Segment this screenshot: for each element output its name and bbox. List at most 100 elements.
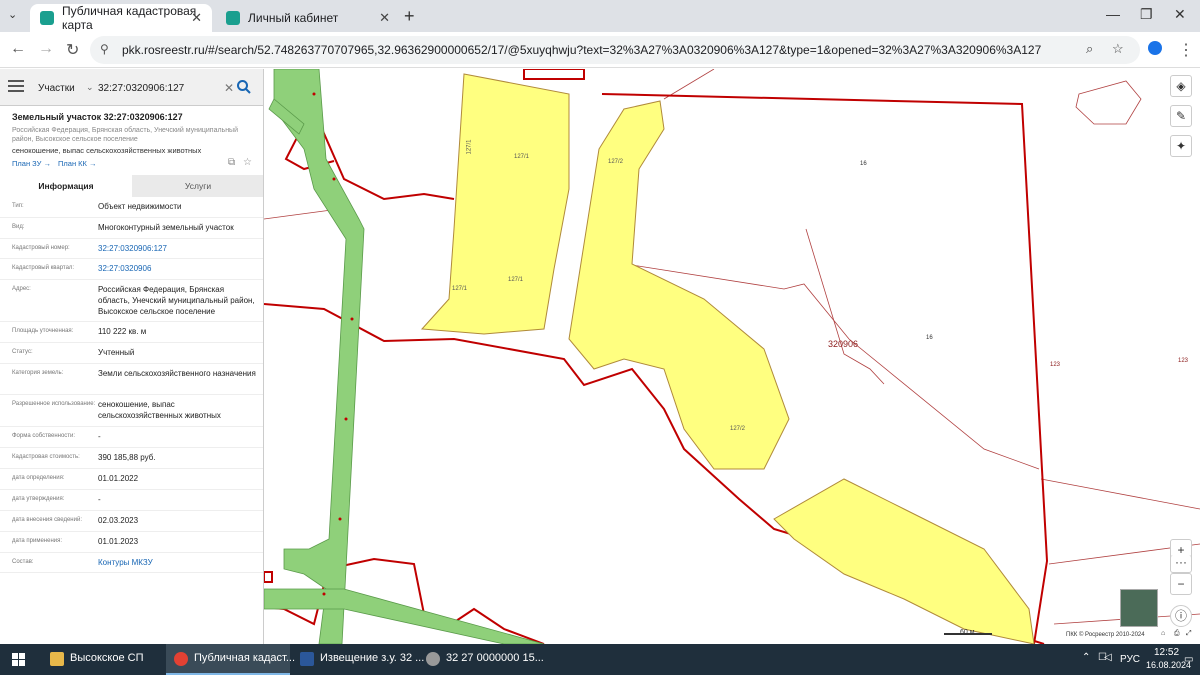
info-icon[interactable]: ⓘ [1170,605,1192,627]
taskbar-item[interactable]: Высокское СП [70,652,144,664]
browser-toolbar: ← → ↻ ⚲ pkk.rosreestr.ru/#/search/52.748… [0,32,1200,68]
menu-kebab-icon[interactable]: ⋮ [1178,40,1194,60]
maximize-button[interactable]: ❐ [1140,6,1153,23]
zoom-icon[interactable]: ⌕ [1086,41,1093,57]
attribute-row: дата применения: 01.01.2023 [0,532,263,553]
locate-icon[interactable]: ✦ [1170,135,1192,157]
zoom-out-button[interactable]: − [1170,573,1192,595]
rosreestr-favicon-icon [40,11,54,25]
copyright: ПКК © Росреестр 2010-2024 [1066,632,1145,638]
app-icon [426,652,440,666]
attribute-label: дата определения: [12,475,65,481]
attribute-label: Тип: [12,203,24,209]
satellite-minimap[interactable] [1120,589,1158,627]
more-icon[interactable]: ··· [1170,555,1192,573]
zoom-to-icon[interactable]: ⧉ [228,157,235,168]
tab-information[interactable]: Информация [0,175,132,197]
attribute-label: Кадастровый номер: [12,245,70,251]
attribute-label: Статус: [12,349,33,355]
map-canvas [264,69,1200,644]
taskbar-item[interactable]: Публичная кадаст... [194,652,295,664]
attribute-value: сенокошение, выпас сельскохозяйственных … [98,400,221,420]
cadastral-map[interactable]: 127/1 127/1 127/1 127/1 127/2 127/2 16 1… [264,69,1200,644]
back-button[interactable]: ← [10,40,26,58]
taskbar-item[interactable]: Извещение з.у. 32 ... [320,652,424,664]
search-input[interactable]: 32:27:0320906:127 [98,83,184,94]
print-icon[interactable]: ⎙ [1174,630,1180,638]
profile-avatar[interactable] [1148,41,1162,55]
language-indicator[interactable]: РУС [1120,654,1140,665]
attribute-value[interactable]: 32:27:0320906 [98,263,258,274]
quarter-label: 320906 [828,339,859,349]
parcel-address: Российская Федерация, Брянская область, … [12,127,239,143]
search-bar: Участки ⌄ 32:27:0320906:127 ✕ [0,69,263,106]
attribute-label: дата внесения сведений: [12,517,82,523]
browser-tab-bar: ⌄ Публичная кадастровая карта ✕ Личный к… [0,0,1200,32]
tab-cadastral-map[interactable]: Публичная кадастровая карта ✕ [30,4,212,32]
taskbar-item[interactable]: 32 27 0000000 15... [446,652,544,664]
close-icon[interactable]: ✕ [191,10,202,26]
tab-label: Личный кабинет [248,11,339,25]
attribute-value: 02.03.2023 [98,516,139,525]
category-select[interactable]: Участки [38,83,75,94]
forward-button[interactable]: → [38,40,54,58]
attribute-label: Вид: [12,224,25,230]
attribute-value: Учтенный [98,348,135,357]
attribute-row: дата внесения сведений: 02.03.2023 [0,511,263,532]
bookmark-star-icon[interactable]: ☆ [1112,41,1124,57]
folder-icon [50,652,64,666]
attribute-value[interactable]: 32:27:0320906:127 [98,243,258,254]
search-icon[interactable] [236,79,252,95]
home-icon[interactable]: ⌂ [1161,630,1165,637]
attribute-label: Категория земель: [12,370,64,376]
parcel-title: Земельный участок 32:27:0320906:127 [12,112,183,122]
attribute-label: дата утверждения: [12,496,65,502]
favorite-star-icon[interactable]: ☆ [243,157,252,168]
site-info-icon[interactable]: ⚲ [100,42,109,56]
attribute-row: Адрес: Российская Федерация, Брянская обл… [0,280,263,322]
attribute-label: дата применения: [12,538,63,544]
rosreestr-favicon-icon [226,11,240,25]
attribute-row: Вид: Многоконтурный земельный участок [0,218,263,239]
plan-zu-link[interactable]: План ЗУ → [12,159,51,168]
attribute-row: Кадастровый квартал: 32:27:0320906 [0,259,263,280]
volume-icon[interactable]: ◁ [1104,652,1112,663]
parcel-label: 127/2 [730,426,746,432]
parcel-label: 123 [1050,362,1061,368]
menu-icon[interactable] [8,80,24,94]
layers-icon[interactable]: ◈ [1170,75,1192,97]
attribute-value: - [98,495,101,504]
reload-button[interactable]: ↻ [66,40,79,60]
tab-services[interactable]: Услуги [132,175,263,197]
tab-personal-cabinet[interactable]: Личный кабинет ✕ [216,4,400,32]
address-bar[interactable]: ⚲ pkk.rosreestr.ru/#/search/52.748263770… [90,36,1140,64]
chevron-down-icon[interactable]: ⌄ [86,82,94,93]
attribute-row: Категория земель: Земли сельскохозяйствен… [0,364,263,395]
windows-start-icon[interactable] [12,653,25,666]
window-close-button[interactable]: ✕ [1174,6,1186,23]
attribute-value: 390 185,88 руб. [98,453,156,462]
url-text: pkk.rosreestr.ru/#/search/52.74826377070… [122,43,1042,57]
attribute-label: Состав: [12,559,34,565]
clear-icon[interactable]: ✕ [224,81,234,95]
info-tabs: Информация Услуги [0,175,263,197]
close-icon[interactable]: ✕ [379,10,390,26]
parcel-label: 16 [926,335,933,341]
attribute-label: Форма собственности: [12,433,76,439]
attribute-label: Кадастровая стоимость: [12,454,80,460]
notification-icon[interactable]: ▭ [1184,654,1193,665]
parcel-label: 123 [1178,358,1189,364]
clock-time[interactable]: 12:52 [1154,647,1179,658]
minimize-button[interactable]: — [1106,6,1120,22]
new-tab-button[interactable]: + [404,6,415,27]
attribute-value: Земли сельскохозяйственного назначения [98,369,256,378]
tab-search-icon[interactable]: ⌄ [8,8,17,21]
attribute-value[interactable]: Контуры МКЗУ [98,557,258,568]
tray-chevron-icon[interactable]: ⌃ [1082,652,1090,663]
plan-kk-link[interactable]: План КК → [58,159,97,168]
expand-icon[interactable]: ⤢ [1186,630,1192,638]
attribute-row: дата утверждения: - [0,490,263,511]
parcel-label: 16 [860,161,867,167]
ruler-icon[interactable]: ✎ [1170,105,1192,127]
attribute-row: Форма собственности: - [0,427,263,448]
